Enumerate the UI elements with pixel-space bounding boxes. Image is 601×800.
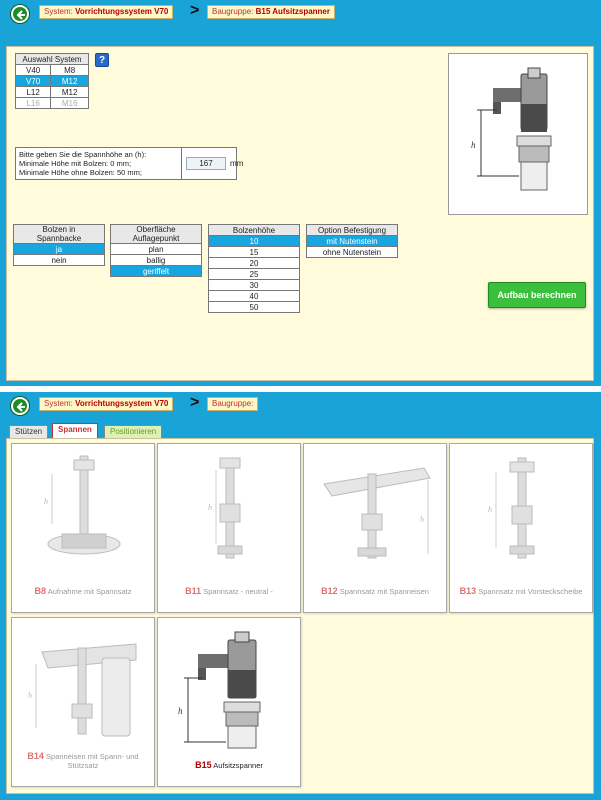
clamp-height-form: Bitte geben Sie die Spannhöhe an (h): Mi… xyxy=(15,147,243,180)
svg-text:h: h xyxy=(178,706,183,716)
svg-text:h: h xyxy=(420,515,424,524)
assembly-card-b13[interactable]: h B13 Spannsatz mit Vorsteckscheibe xyxy=(449,443,593,613)
chevron-right-icon: > xyxy=(190,2,200,19)
surface-option-selected[interactable]: geriffelt xyxy=(110,265,202,277)
height-min-without-bolt: Minimale Höhe ohne Bolzen: 50 mm; xyxy=(19,168,142,177)
breadcrumb-system[interactable]: System: Vorrichtungssystem V70 xyxy=(39,5,174,19)
bolt-height-option[interactable]: 25 xyxy=(208,268,300,280)
arrow-left-icon xyxy=(16,402,25,412)
surface-option-table: Oberfläche Auflagepunkt plan ballig geri… xyxy=(110,224,202,277)
bolt-height-option[interactable]: 40 xyxy=(208,290,300,302)
top-bar: System: Vorrichtungssystem V70 > Baugrup… xyxy=(0,0,601,26)
system-table-header: Auswahl System xyxy=(15,53,89,65)
system-option[interactable]: M8 xyxy=(50,64,89,76)
card-caption: B14 Spanneisen mit Spann- und Stützsatz xyxy=(27,751,139,771)
clamp-assembly-drawing: h xyxy=(471,67,552,191)
system-option-disabled: L16 xyxy=(14,97,52,109)
bolt-height-option[interactable]: 50 xyxy=(208,301,300,313)
bolt-height-selected[interactable]: 10 xyxy=(208,235,300,247)
system-option-selected[interactable]: M12 xyxy=(50,75,89,87)
tab-spannen[interactable]: Spannen xyxy=(52,423,98,438)
bolt-height-header: Bolzenhöhe xyxy=(208,224,300,236)
assembly-b14-image: h xyxy=(28,643,137,737)
surface-option-header: Oberfläche Auflagepunkt xyxy=(110,224,202,244)
assembly-b13-image: h xyxy=(488,457,535,559)
mounting-option-header: Option Befestigung xyxy=(306,224,398,236)
system-selection-table: Auswahl System V40 M8 V70 M12 L12 M12 L1… xyxy=(14,53,89,109)
card-caption: B8 Aufnahme mit Spannsatz xyxy=(34,586,132,597)
svg-text:h: h xyxy=(471,140,476,150)
svg-text:h: h xyxy=(28,691,32,700)
back-button[interactable] xyxy=(11,5,29,23)
bolt-height-table: Bolzenhöhe 10 15 20 25 30 40 50 xyxy=(208,224,300,313)
card-caption: B15 Aufsitzspanner xyxy=(195,760,263,771)
clamp-height-input[interactable]: 167 xyxy=(186,157,226,170)
assembly-card-b15[interactable]: h B15 Aufsitzspanner xyxy=(157,617,301,787)
assembly-b15-image: h xyxy=(178,631,261,749)
height-min-with-bolt: Minimale Höhe mit Bolzen: 0 mm; xyxy=(19,159,132,168)
mounting-option-table: Option Befestigung mit Nutenstein ohne N… xyxy=(306,224,398,258)
configuration-panel: Auswahl System V40 M8 V70 M12 L12 M12 L1… xyxy=(6,46,594,381)
assembly-b8-image: h xyxy=(44,455,121,555)
svg-text:h: h xyxy=(44,497,48,506)
surface-option[interactable]: ballig xyxy=(110,254,202,266)
chevron-right-icon: > xyxy=(190,394,200,411)
assembly-grid: h B8 Aufnahme mit Spannsatz h B11 Spanns… xyxy=(6,438,594,794)
svg-text:h: h xyxy=(208,503,212,512)
bolt-height-option[interactable]: 20 xyxy=(208,257,300,269)
card-caption: B12 Spannsatz mit Spanneisen xyxy=(321,586,429,597)
system-option-disabled: M16 xyxy=(50,97,89,109)
svg-text:h: h xyxy=(488,505,492,514)
card-caption: B13 Spannsatz mit Vorsteckscheibe xyxy=(459,586,583,597)
height-prompt: Bitte geben Sie die Spannhöhe an (h): xyxy=(19,150,147,159)
surface-option[interactable]: plan xyxy=(110,243,202,255)
bolt-option-table: Bolzen in Spannbacke ja nein xyxy=(13,224,105,266)
configurator-screen: System: Vorrichtungssystem V70 > Baugrup… xyxy=(0,0,601,386)
mounting-option[interactable]: ohne Nutenstein xyxy=(306,246,398,258)
system-option-selected[interactable]: V70 xyxy=(14,75,52,87)
assembly-b12-image: h xyxy=(323,467,431,559)
top-bar: System: Vorrichtungssystem V70 > Baugrup… xyxy=(0,392,601,418)
bolt-height-option[interactable]: 30 xyxy=(208,279,300,291)
assembly-preview-image: h xyxy=(448,53,588,215)
breadcrumb-group[interactable]: Baugruppe: B15 Aufsitzspanner xyxy=(207,5,335,19)
bolt-option-header: Bolzen in Spannbacke xyxy=(13,224,105,244)
card-caption: B11 Spannsatz - neutral - xyxy=(185,586,273,597)
system-option[interactable]: M12 xyxy=(50,86,89,98)
mounting-option-selected[interactable]: mit Nutenstein xyxy=(306,235,398,247)
bolt-height-option[interactable]: 15 xyxy=(208,246,300,258)
system-option[interactable]: L12 xyxy=(14,86,52,98)
calculate-assembly-button[interactable]: Aufbau berechnen xyxy=(488,282,586,308)
system-option[interactable]: V40 xyxy=(14,64,52,76)
assembly-card-b14[interactable]: h B14 Spanneisen mit Spann- und Stützsat… xyxy=(11,617,155,787)
bolt-option-selected[interactable]: ja xyxy=(13,243,105,255)
assembly-card-b8[interactable]: h B8 Aufnahme mit Spannsatz xyxy=(11,443,155,613)
tab-stuetzen[interactable]: Stützen xyxy=(9,425,49,438)
assembly-card-b12[interactable]: h B12 Spannsatz mit Spanneisen xyxy=(303,443,447,613)
arrow-left-icon xyxy=(16,10,25,20)
breadcrumb-system[interactable]: System: Vorrichtungssystem V70 xyxy=(39,397,174,411)
tab-positionieren[interactable]: Positionieren xyxy=(104,425,163,438)
breadcrumb-group[interactable]: Baugruppe: xyxy=(207,397,259,411)
back-button[interactable] xyxy=(11,397,29,415)
height-unit: mm xyxy=(230,159,244,168)
help-icon[interactable]: ? xyxy=(95,53,109,67)
assembly-catalog-screen: System: Vorrichtungssystem V70 > Baugrup… xyxy=(0,392,601,800)
assembly-b11-image: h xyxy=(208,457,243,559)
bolt-option[interactable]: nein xyxy=(13,254,105,266)
assembly-card-b11[interactable]: h B11 Spannsatz - neutral - xyxy=(157,443,301,613)
divider xyxy=(181,148,182,179)
